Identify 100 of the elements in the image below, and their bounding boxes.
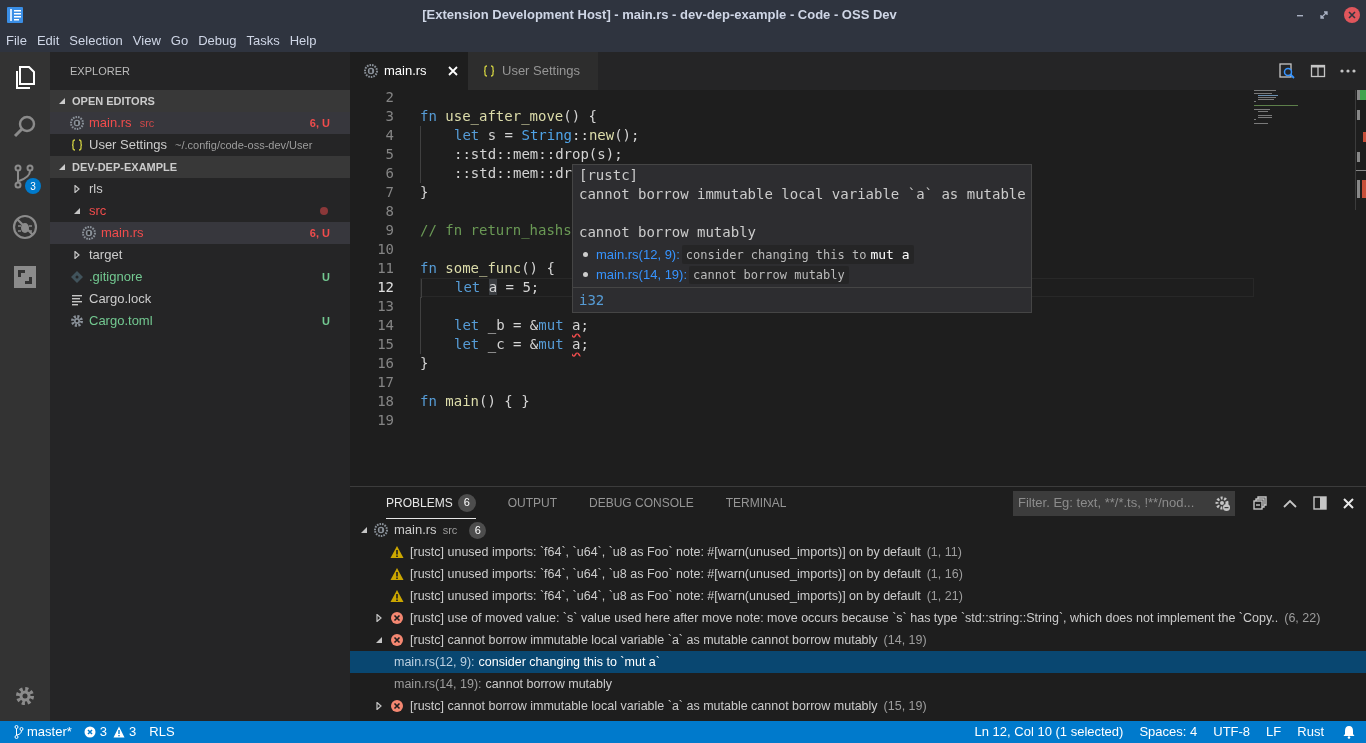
problem-row[interactable]: [rustc] cannot borrow immutable local variable `a` as mutable cannot borrow mutably (14, 19) (350, 629, 1366, 651)
collapse-arrow-icon[interactable] (58, 97, 66, 105)
problem-row[interactable]: [rustc] use of moved value: `s` value used here after move note: move occurs because `s` has type `std::string::String`, which does not implement the `Copy.. (6, 22) (350, 607, 1366, 629)
file-row[interactable]: Cargo.lock (50, 288, 350, 310)
code-line: ::std::mem::dr (454, 164, 572, 183)
menu-item[interactable]: View (127, 31, 166, 51)
file-row[interactable]: .gitignore U (50, 266, 350, 288)
diamond-icon (70, 270, 84, 284)
expand-arrow-icon[interactable] (73, 185, 81, 193)
collapse-arrow-icon[interactable] (58, 163, 66, 171)
file-name[interactable]: .gitignore (89, 267, 143, 287)
problem-row[interactable]: [rustc] unused imports: `f64`, `u64`, `u8 as Foo` note: #[warn(unused_imports)] on by default (1, 11) (350, 541, 1366, 563)
problem-row[interactable]: [rustc] unused imports: `f64`, `u64`, `u8 as Foo` note: #[warn(unused_imports)] on by default (1, 21) (350, 585, 1366, 607)
extensions-icon[interactable] (12, 264, 38, 290)
line-number: 10 (376, 240, 394, 259)
bullet-icon (583, 272, 588, 277)
app-icon (6, 6, 24, 24)
bell-icon[interactable] (1342, 725, 1356, 739)
status-item[interactable]: Rust (1289, 722, 1332, 742)
code-snippet: consider changing this to (685, 246, 867, 264)
error-count: 3 (99, 723, 108, 742)
related-link[interactable]: main.rs(14, 19): (596, 264, 688, 285)
warning-icon (390, 545, 404, 559)
search-icon[interactable] (12, 114, 38, 140)
editor-tab[interactable]: User Settings (468, 52, 598, 90)
related-link[interactable]: main.rs(12, 9): (596, 244, 680, 265)
collapse-all-icon[interactable] (1253, 496, 1267, 510)
code-line: } (420, 354, 429, 373)
status-item[interactable]: RLS (142, 722, 182, 742)
status-item[interactable]: UTF-8 (1205, 722, 1259, 742)
menu-item[interactable]: Selection (64, 31, 128, 51)
panel-tab[interactable]: PROBLEMS 6 (386, 487, 476, 519)
file-row[interactable]: src (50, 200, 350, 222)
error-icon (390, 699, 404, 713)
expand-arrow-icon[interactable] (375, 702, 383, 710)
code-line: let s = String::new(); (454, 126, 640, 145)
branch-item[interactable]: master* (0, 722, 78, 742)
file-name[interactable]: Cargo.toml (89, 311, 153, 331)
maximize-panel-icon[interactable] (1313, 496, 1327, 510)
menu-item[interactable]: Debug (193, 31, 242, 51)
panel-tab[interactable]: TERMINAL (725, 487, 787, 519)
more-icon[interactable] (1340, 69, 1356, 73)
settings-icon[interactable] (14, 685, 36, 707)
no-bug-icon[interactable] (12, 214, 38, 240)
filter-field[interactable]: Filter. Eg: text, **/*.ts, !**/nod... (1013, 490, 1235, 516)
status-item[interactable]: Ln 12, Col 10 (1 selected) (966, 722, 1132, 742)
menu-item[interactable]: Edit (31, 31, 65, 51)
related-file: main.rs(12, 9): (394, 653, 475, 671)
related-row[interactable]: main.rs(12, 9): consider changing this to `mut a` (350, 651, 1366, 673)
line-number: 14 (376, 316, 394, 335)
panel-tab[interactable]: OUTPUT (507, 487, 558, 519)
menu-item[interactable]: Tasks (241, 31, 285, 51)
file-row[interactable]: rls (50, 178, 350, 200)
cog-circle-icon (364, 64, 378, 78)
expand-arrow-icon[interactable] (73, 251, 81, 259)
gear-icon[interactable] (1214, 494, 1231, 512)
restore-icon[interactable] (1319, 10, 1329, 20)
problems-item[interactable]: 3 3 (77, 722, 143, 742)
file-row[interactable]: User Settings ~/.config/code-oss-dev/User (50, 134, 350, 156)
file-name[interactable]: rls (89, 179, 103, 199)
problem-row[interactable]: [rustc] cannot borrow immutable local variable `a` as mutable cannot borrow mutably (15, 19) (350, 695, 1366, 717)
menu-item[interactable]: File (1, 31, 32, 51)
file-row[interactable]: Cargo.toml U (50, 310, 350, 332)
collapse-arrow-icon[interactable] (73, 207, 81, 215)
warning-icon (113, 726, 126, 738)
related-row[interactable]: main.rs(14, 19): cannot borrow mutably (350, 673, 1366, 695)
file-row[interactable]: target (50, 244, 350, 266)
section-header[interactable]: DEV-DEP-EXAMPLE (50, 156, 350, 178)
collapse-arrow-icon[interactable] (360, 526, 368, 534)
status-label: U (322, 269, 330, 285)
chevron-up-icon[interactable] (1283, 498, 1297, 508)
file-name[interactable]: src (89, 201, 107, 221)
panel-tab[interactable]: DEBUG CONSOLE (589, 487, 694, 519)
menu-item[interactable]: Go (165, 31, 194, 51)
line-number: 13 (376, 297, 394, 316)
collapse-arrow-icon[interactable] (375, 636, 383, 644)
code-snippet: mut a (870, 245, 910, 264)
problem-location: (1, 21) (926, 587, 963, 605)
search-icon[interactable] (1278, 62, 1296, 80)
split-editor-icon[interactable] (1310, 63, 1326, 79)
close-icon[interactable] (1343, 497, 1354, 509)
line-number: 8 (384, 202, 394, 221)
file-name[interactable]: User Settings (89, 135, 168, 155)
file-name[interactable]: Cargo.lock (89, 289, 152, 309)
type-label: i32 (579, 290, 605, 310)
section-header[interactable]: OPEN EDITORS (50, 90, 350, 112)
file-name[interactable]: target (89, 245, 123, 265)
gear-icon (70, 314, 84, 328)
line-number: 18 (376, 392, 394, 411)
problem-location: (1, 16) (926, 565, 963, 583)
menu-item[interactable]: Help (284, 31, 322, 51)
status-item[interactable]: Spaces: 4 (1131, 722, 1206, 742)
file-path: src (442, 522, 458, 538)
status-item[interactable]: LF (1258, 722, 1290, 742)
expand-arrow-icon[interactable] (375, 614, 383, 622)
editor-tab[interactable]: main.rs (350, 52, 468, 90)
line-number: 11 (376, 259, 394, 278)
problem-row[interactable]: [rustc] unused imports: `f64`, `u64`, `u8 as Foo` note: #[warn(unused_imports)] on by default (1, 16) (350, 563, 1366, 585)
related-file: main.rs(14, 19): (394, 675, 482, 693)
cog-circle-icon (374, 523, 388, 537)
